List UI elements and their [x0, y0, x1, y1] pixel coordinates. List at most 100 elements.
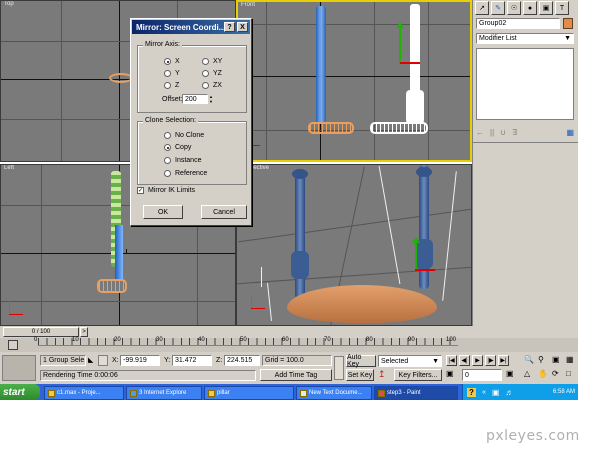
next-frame-icon[interactable]: |▶ — [485, 355, 496, 366]
axis-yz-radio[interactable]: YZ — [202, 70, 222, 77]
radio-dot — [164, 157, 171, 164]
playback-controls: |◀ ◀| ▶ |▶ ▶| — [446, 355, 522, 367]
zoom-extents-icon[interactable]: ▣ — [552, 355, 564, 367]
axis-zx-radio[interactable]: ZX — [202, 82, 222, 89]
command-panel: ↗ ✎ ☉ ● ▣ T Group02 Modifier List ▼ ← ||… — [472, 0, 579, 326]
reference-radio[interactable]: Reference — [164, 170, 207, 177]
tick-label: 10 — [72, 337, 79, 343]
radio-dot — [164, 170, 171, 177]
front-base-left — [308, 122, 354, 134]
radio-dot — [202, 70, 209, 77]
axis-z-radio[interactable]: Z — [164, 82, 179, 89]
clone-selection-group: Clone Selection: No Clone Copy Instance … — [137, 117, 247, 185]
perspective-seat — [287, 285, 437, 323]
axis-x-radio[interactable]: X — [164, 58, 180, 65]
pin-stack-icon[interactable]: ← — [476, 128, 484, 137]
modifier-stack[interactable] — [476, 48, 574, 120]
zoom-all-icon[interactable]: ⚲ — [538, 355, 550, 367]
object-color-swatch[interactable] — [563, 18, 573, 29]
viewport-perspective[interactable]: spective — [236, 164, 472, 326]
ok-button[interactable]: OK — [143, 205, 183, 219]
taskbar-item-pillar[interactable]: pillar — [204, 386, 294, 400]
y-coordinate-field[interactable]: 31.472 — [172, 355, 212, 366]
x-coordinate-field[interactable]: -99.919 — [120, 355, 160, 366]
taskbar-item-label: c1.max - Proje... — [57, 390, 101, 396]
time-slider[interactable]: 0 / 100 — [3, 327, 79, 337]
utilities-tab-icon[interactable]: T — [555, 1, 569, 15]
z-coordinate-field[interactable]: 224.515 — [224, 355, 260, 366]
copy-radio[interactable]: Copy — [164, 144, 191, 151]
taskbar-item-notepad[interactable]: New Text Docume... — [296, 386, 372, 400]
current-frame-field[interactable]: 0 — [462, 369, 502, 381]
mirror-axis-label: Mirror Axis: — [143, 41, 182, 48]
axis-z-label: Z — [175, 82, 180, 89]
checkbox-box: ✓ — [137, 187, 144, 194]
no-clone-radio[interactable]: No Clone — [164, 132, 204, 139]
trackbar[interactable]: 0 10 20 30 40 50 60 70 80 90 100 — [0, 337, 578, 352]
taskbar-item-internet-explorer[interactable]: 3 Internet Explore — [126, 386, 202, 400]
instance-radio[interactable]: Instance — [164, 157, 201, 164]
zoom-extents-all-icon[interactable]: ▦ — [566, 355, 578, 367]
help-button[interactable]: ? — [224, 22, 235, 32]
motion-tab-icon[interactable]: ● — [523, 1, 537, 15]
start-button[interactable]: start — [0, 384, 40, 400]
y-coordinate-label: Y: — [164, 357, 171, 364]
offset-field[interactable]: 200 — [182, 94, 208, 104]
tick-label: 60 — [282, 337, 289, 343]
transform-type-in-icon[interactable] — [98, 355, 108, 366]
selection-set-dropdown[interactable]: Selected ▼ — [378, 355, 442, 367]
arc-rotate-icon[interactable]: ⟳ — [552, 369, 564, 381]
stack-toolbar: ← || ∪ ∃ ▦ — [476, 125, 574, 139]
auto-key-button[interactable]: Auto Key — [346, 354, 376, 368]
make-unique-icon[interactable]: ∪ — [500, 128, 506, 137]
taskbar-item-label: 3 Internet Explore — [139, 390, 187, 396]
object-name-field[interactable]: Group02 — [476, 18, 560, 29]
field-of-view-icon[interactable]: △ — [524, 369, 536, 381]
play-icon[interactable]: ▶ — [472, 355, 483, 366]
configure-sets-icon[interactable]: ▦ — [566, 128, 574, 137]
help-tray-icon[interactable]: ? — [467, 387, 476, 397]
axis-y-radio[interactable]: Y — [164, 70, 180, 77]
axis-yz-label: YZ — [213, 70, 222, 77]
radio-dot — [202, 82, 209, 89]
modifier-list-dropdown[interactable]: Modifier List ▼ — [476, 33, 574, 44]
go-to-start-icon[interactable]: |◀ — [446, 355, 457, 366]
hierarchy-tab-icon[interactable]: ☉ — [507, 1, 521, 15]
lock-icon[interactable]: ◣ — [88, 356, 93, 364]
pan-icon[interactable]: ✋ — [538, 369, 550, 381]
go-to-end-icon[interactable]: ▶| — [498, 355, 509, 366]
key-mode-icon[interactable] — [334, 356, 344, 380]
show-end-result-icon[interactable]: || — [490, 128, 494, 137]
remove-modifier-icon[interactable]: ∃ — [512, 128, 517, 137]
close-button[interactable]: X — [237, 22, 248, 32]
time-config-icon[interactable]: ▣ — [506, 369, 520, 381]
key-mode-toggle-icon[interactable]: ▣ — [446, 369, 460, 381]
key-filters-button[interactable]: Key Filters... — [394, 369, 442, 381]
maximize-viewport-icon[interactable]: □ — [566, 369, 578, 381]
zoom-icon[interactable]: 🔍 — [524, 355, 536, 367]
tray-expand-icon[interactable]: « — [482, 389, 486, 396]
previous-frame-icon[interactable]: ◀| — [459, 355, 470, 366]
volume-tray-icon[interactable]: ♬ — [505, 388, 513, 397]
front-pillar-blue — [316, 6, 326, 124]
track-icon[interactable] — [8, 340, 18, 350]
add-time-tag-button[interactable]: Add Time Tag — [260, 369, 332, 381]
taskbar-item-paint[interactable]: step3 - Paint — [374, 386, 458, 400]
create-tab-icon[interactable]: ↗ — [475, 1, 489, 15]
axis-xy-radio[interactable]: XY — [202, 58, 222, 65]
modify-tab-icon[interactable]: ✎ — [491, 1, 505, 15]
cancel-button[interactable]: Cancel — [201, 205, 247, 219]
set-key-button[interactable]: Set Key — [346, 369, 374, 381]
right-scroll-strip — [578, 0, 600, 384]
viewport-front[interactable]: Front — [236, 0, 472, 162]
set-key-icon[interactable]: ↥ — [378, 369, 392, 381]
radio-dot — [164, 144, 171, 151]
taskbar-item-3dsmax[interactable]: c1.max - Proje... — [44, 386, 124, 400]
next-frame-button[interactable]: > — [80, 327, 88, 337]
mirror-ik-checkbox[interactable]: ✓ Mirror IK Limits — [137, 187, 195, 194]
maxscript-listener-icon[interactable] — [2, 355, 36, 381]
display-tab-icon[interactable]: ▣ — [539, 1, 553, 15]
offset-spinner[interactable]: ▲ ▼ — [209, 94, 215, 104]
reference-label: Reference — [175, 170, 208, 177]
network-tray-icon[interactable]: ▣ — [492, 388, 500, 397]
